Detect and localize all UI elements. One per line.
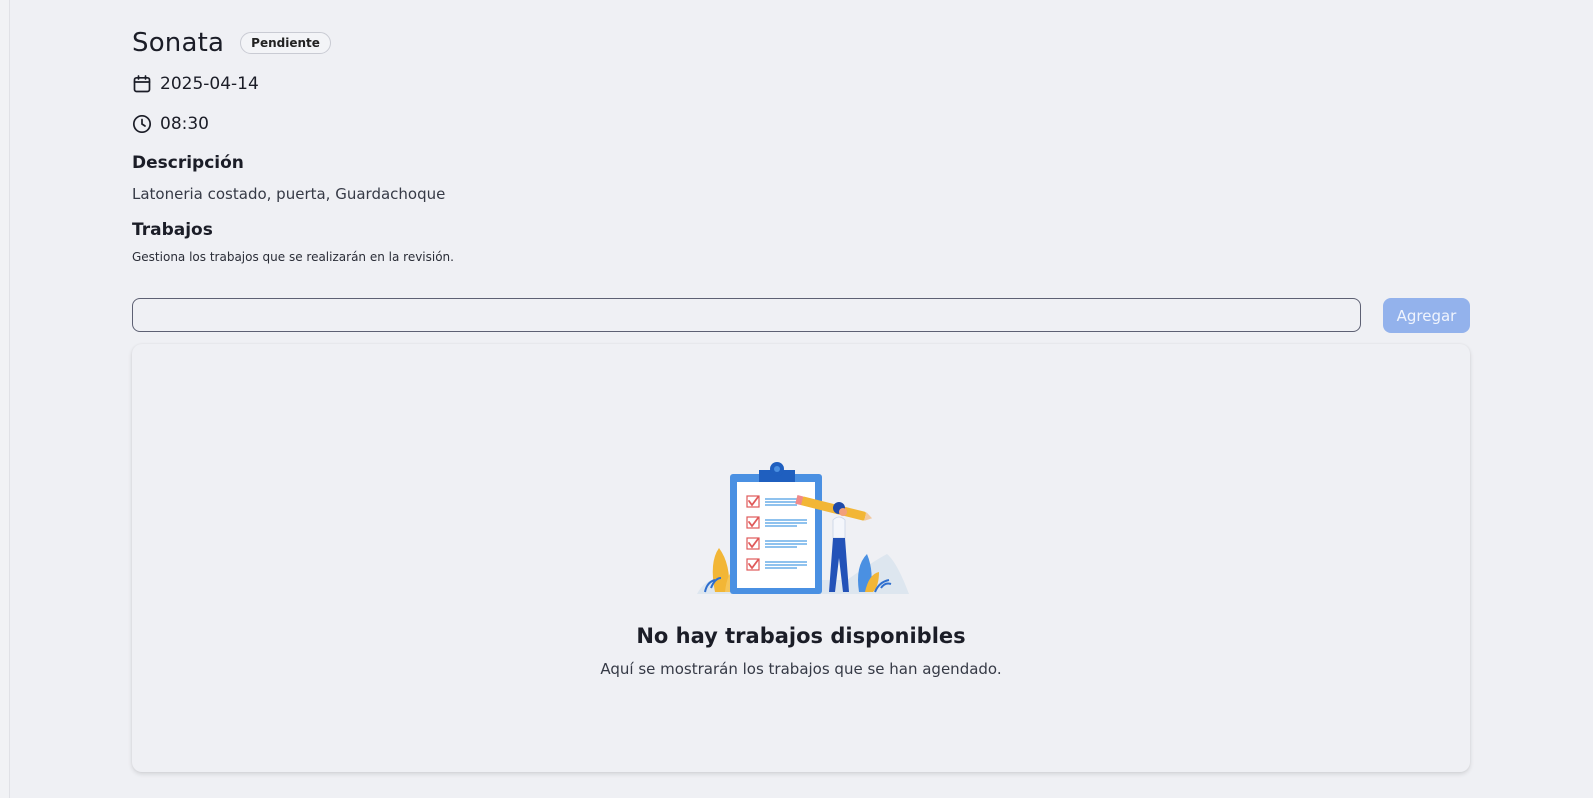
sidebar-edge xyxy=(0,0,10,798)
header: Sonata Pendiente xyxy=(132,28,331,58)
appointment-time: 08:30 xyxy=(160,114,209,134)
jobs-heading: Trabajos xyxy=(132,220,213,240)
page-title: Sonata xyxy=(132,28,225,58)
time-row: 08:30 xyxy=(132,114,209,134)
jobs-empty-panel: No hay trabajos disponibles Aquí se most… xyxy=(132,344,1470,772)
clock-icon xyxy=(132,114,152,134)
description-heading: Descripción xyxy=(132,153,244,173)
empty-state-title: No hay trabajos disponibles xyxy=(636,624,966,648)
date-row: 2025-04-14 xyxy=(132,74,259,94)
job-input[interactable] xyxy=(132,298,1361,332)
calendar-icon xyxy=(132,74,152,94)
description-text: Latoneria costado, puerta, Guardachoque xyxy=(132,185,446,203)
clipboard-checklist-illustration xyxy=(697,462,912,594)
appointment-date: 2025-04-14 xyxy=(160,74,259,94)
add-job-button[interactable]: Agregar xyxy=(1383,298,1470,333)
empty-state-subtitle: Aquí se mostrarán los trabajos que se ha… xyxy=(600,660,1002,678)
status-badge: Pendiente xyxy=(240,32,331,54)
jobs-subtitle: Gestiona los trabajos que se realizarán … xyxy=(132,250,454,264)
